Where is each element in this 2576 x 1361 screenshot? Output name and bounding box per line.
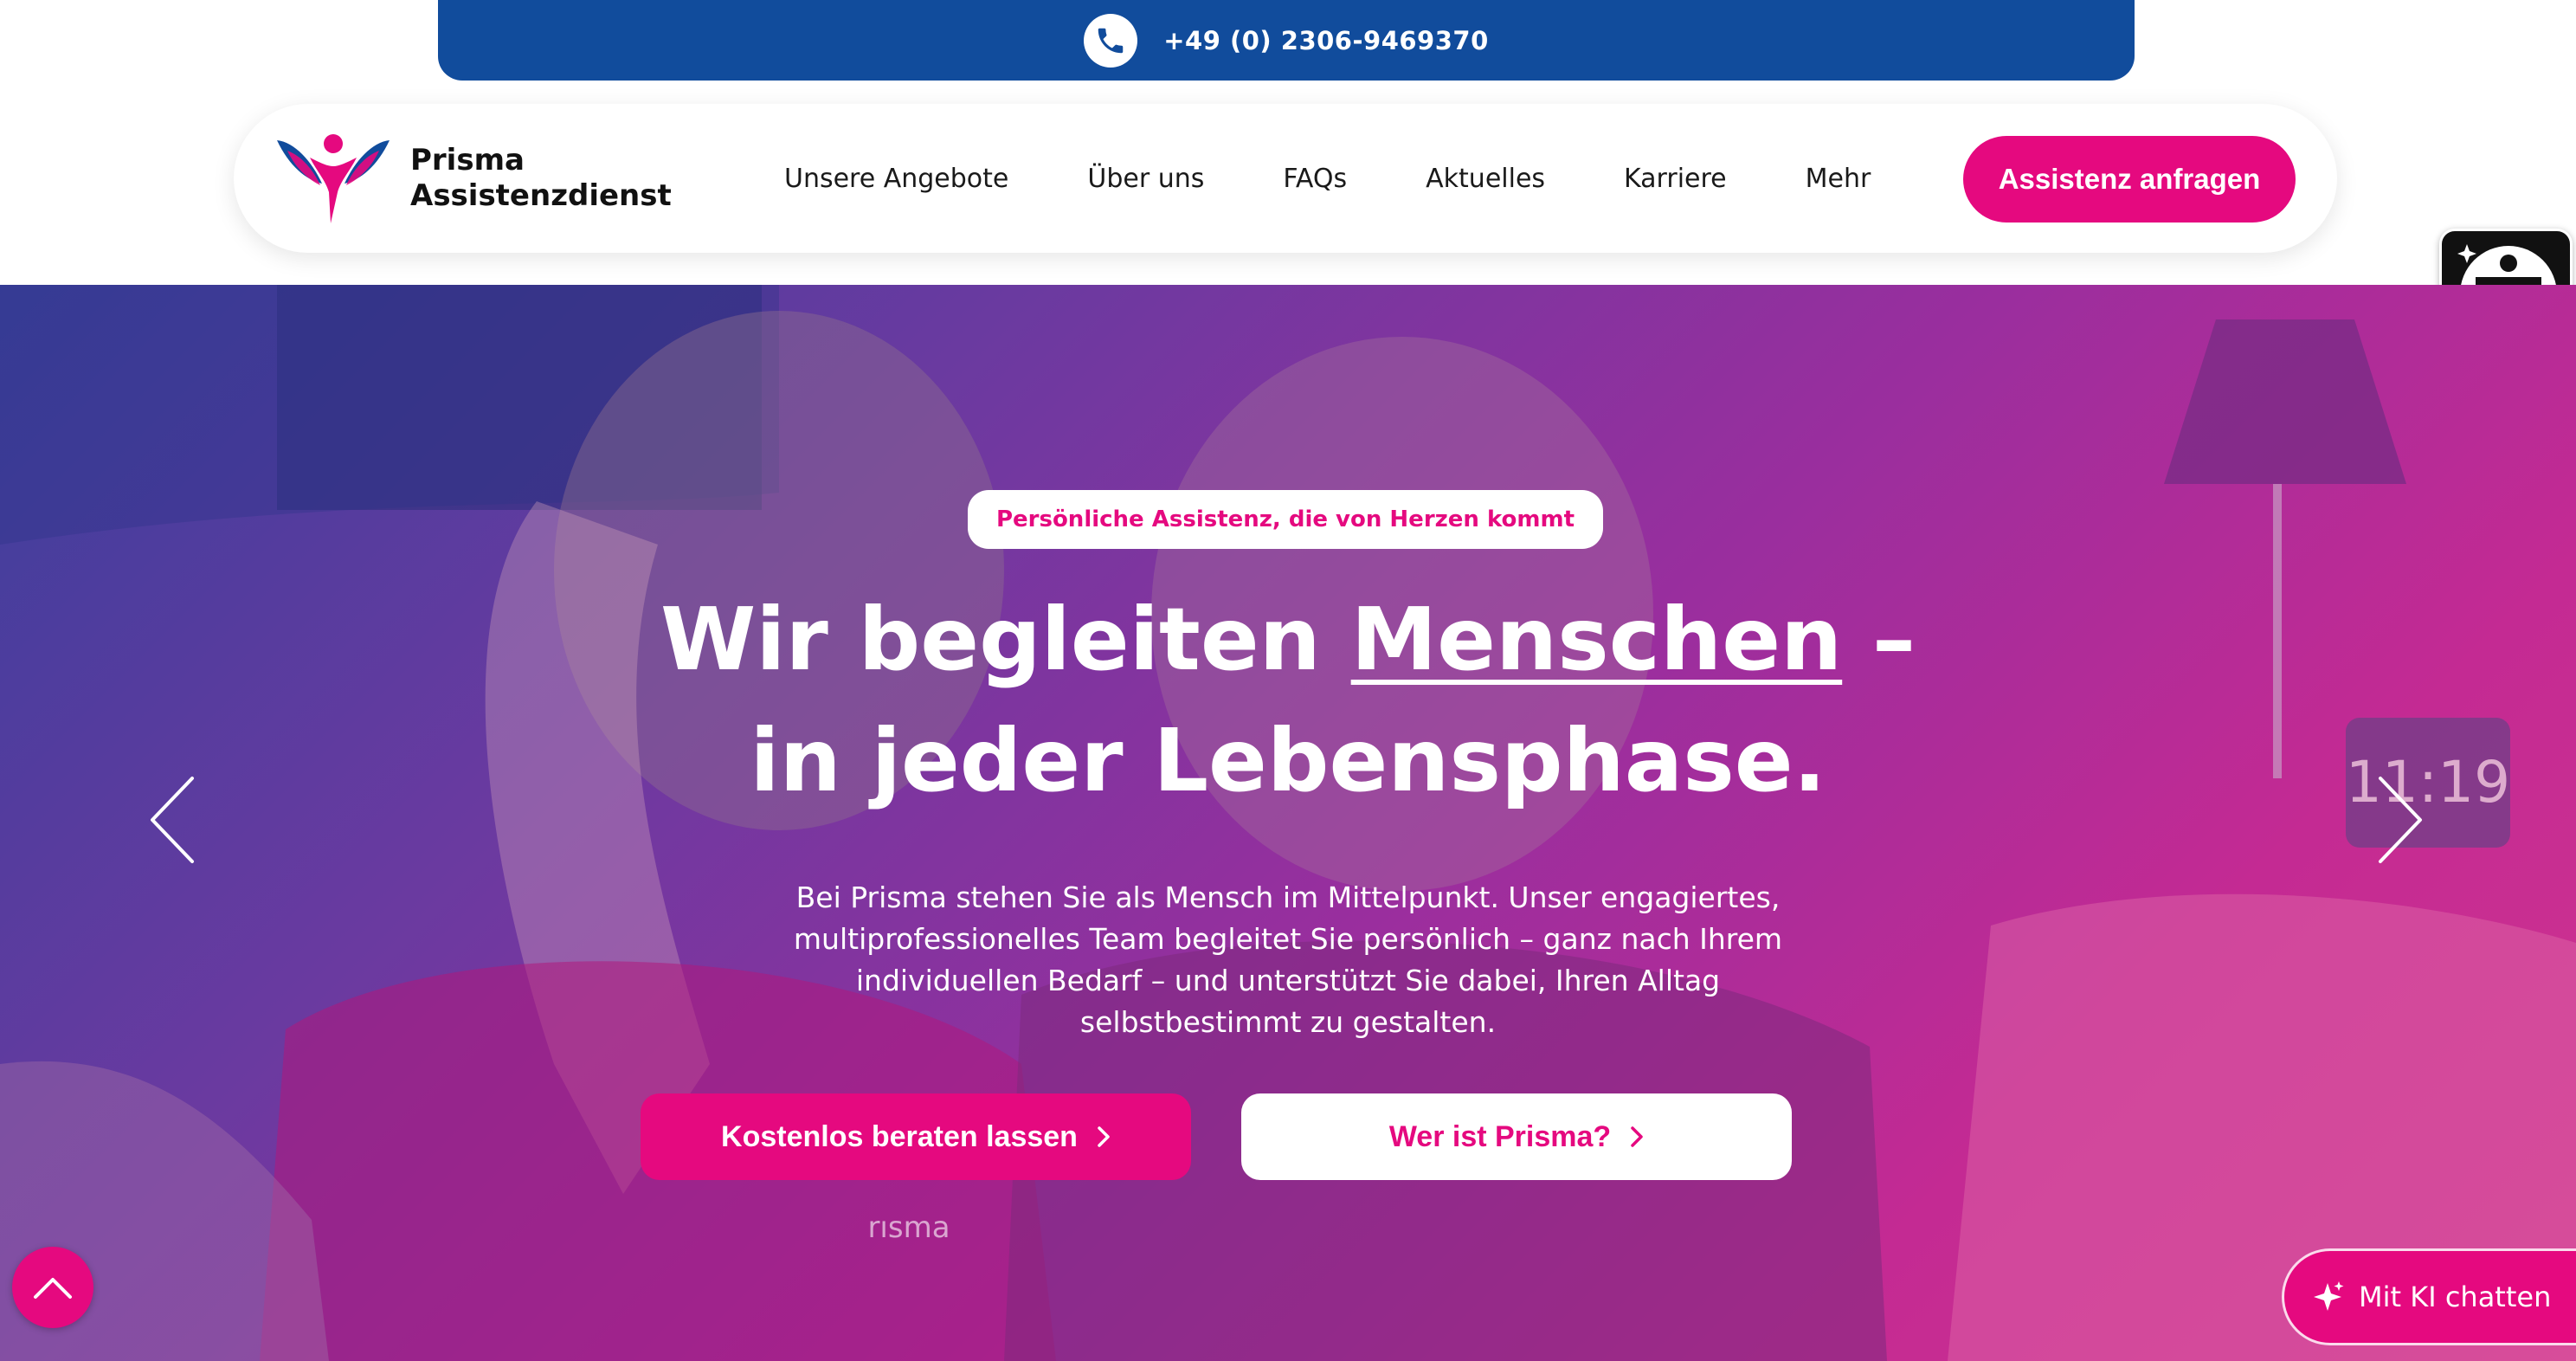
headline-line2: in jeder Lebensphase.	[750, 710, 1826, 811]
phone-number-link[interactable]: +49 (0) 2306-9469370	[1163, 26, 1489, 55]
sparkle-icon	[2314, 1281, 2344, 1311]
hero-lead-text: Bei Prisma stehen Sie als Mensch im Mitt…	[793, 880, 1783, 1039]
brand-name-line2: Assistenzdienst	[410, 178, 672, 213]
nav-item-angebote[interactable]: Unsere Angebote	[784, 164, 1008, 194]
hero-headline: Wir begleiten Menschen – in jeder Lebens…	[0, 579, 2576, 822]
prisma-logo-icon	[277, 134, 390, 223]
scroll-to-top-button[interactable]	[12, 1247, 93, 1328]
wer-ist-prisma-label: Wer ist Prisma?	[1388, 1119, 1612, 1153]
headline-part1: Wir begleiten	[660, 589, 1351, 690]
nav-item-faqs[interactable]: FAQs	[1283, 164, 1347, 194]
hero-tagline-badge: Persönliche Assistenz, die von Herzen ko…	[968, 490, 1603, 549]
headline-part2: –	[1842, 589, 1916, 690]
hero-section: 11:19 rısma Persönliche Assistenz, die v…	[0, 285, 2576, 1361]
shirt-logo-text: rısma	[867, 1210, 950, 1245]
main-header: Prisma Assistenzdienst Unsere Angebote Ü…	[234, 104, 2337, 253]
nav-item-mehr[interactable]: Mehr	[1806, 164, 1871, 194]
main-nav: Unsere Angebote Über uns FAQs Aktuelles …	[784, 104, 1871, 253]
kostenlos-beraten-label: Kostenlos beraten lassen	[721, 1119, 1078, 1153]
brand-logo[interactable]: Prisma Assistenzdienst	[275, 132, 672, 225]
nav-item-ueber-uns[interactable]: Über uns	[1087, 164, 1204, 194]
phone-icon	[1084, 13, 1138, 68]
wer-ist-prisma-button[interactable]: Wer ist Prisma?	[1241, 1093, 1792, 1180]
headline-accent: Menschen	[1350, 589, 1843, 690]
hero-background-photo: 11:19 rısma	[0, 285, 2576, 1361]
chevron-up-icon	[34, 1278, 72, 1299]
top-contact-bar: +49 (0) 2306-9469370	[438, 0, 2135, 81]
chevron-right-icon	[1098, 1126, 1110, 1147]
nav-item-karriere[interactable]: Karriere	[1624, 164, 1727, 194]
kostenlos-beraten-button[interactable]: Kostenlos beraten lassen	[641, 1093, 1191, 1180]
nav-item-aktuelles[interactable]: Aktuelles	[1426, 164, 1545, 194]
chevron-right-icon	[1631, 1126, 1643, 1147]
carousel-prev-icon[interactable]	[147, 775, 199, 865]
ki-chat-button[interactable]: Mit KI chatten	[2282, 1248, 2576, 1345]
ki-chat-label: Mit KI chatten	[2359, 1280, 2552, 1313]
brand-name-line1: Prisma	[410, 142, 525, 177]
assistenz-anfragen-button[interactable]: Assistenz anfragen	[1963, 136, 2296, 223]
carousel-next-icon[interactable]	[2373, 775, 2425, 865]
brand-name: Prisma Assistenzdienst	[410, 143, 672, 215]
